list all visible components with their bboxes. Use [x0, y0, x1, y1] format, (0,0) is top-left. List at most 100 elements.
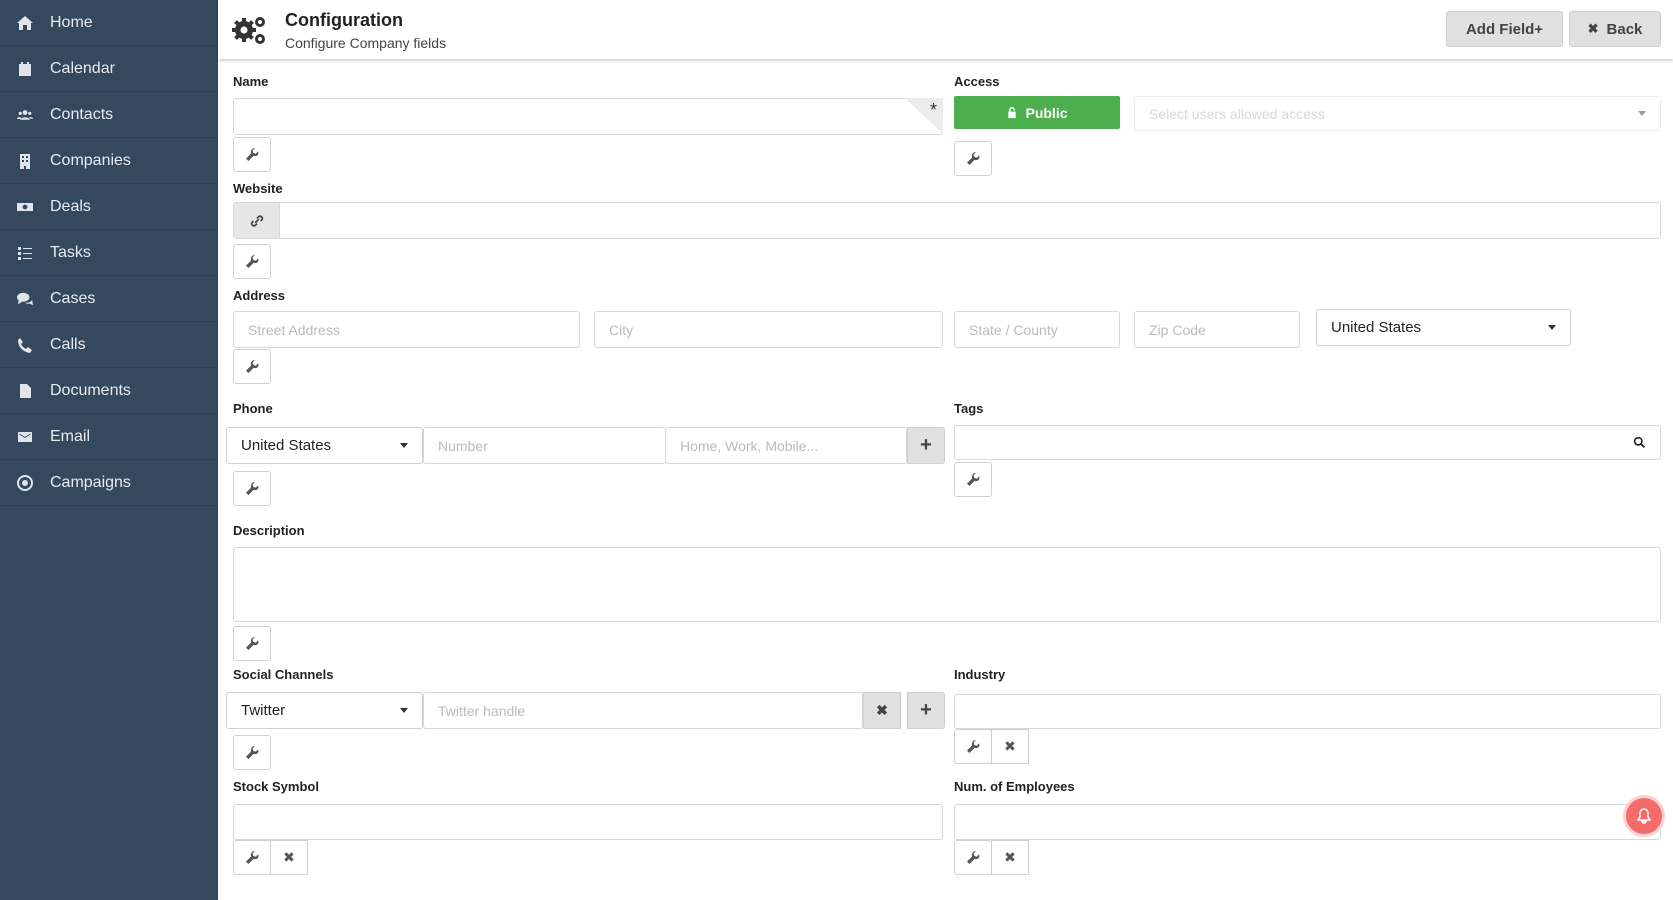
name-input[interactable] [233, 98, 943, 135]
back-button[interactable]: ✖ Back [1569, 11, 1661, 47]
users-icon [0, 107, 50, 123]
remove-social-button[interactable]: ✖ [863, 692, 901, 729]
chevron-down-icon [1548, 325, 1556, 330]
website-input[interactable] [279, 202, 1661, 239]
street-address-input[interactable]: Street Address [233, 311, 580, 348]
sidebar-item-label: Tasks [50, 243, 91, 261]
social-channel-value: Twitter [241, 702, 286, 719]
stock-settings-button[interactable] [233, 840, 271, 875]
chevron-down-icon [1638, 111, 1646, 116]
wrench-icon [245, 851, 258, 864]
social-settings-button[interactable] [233, 735, 271, 770]
sidebar-item-calls[interactable]: Calls [0, 322, 218, 368]
tags-settings-button[interactable] [954, 462, 992, 497]
wrench-icon [245, 482, 258, 495]
allowed-users-select[interactable]: Select users allowed access [1134, 96, 1661, 131]
social-channel-select[interactable]: Twitter [226, 692, 423, 729]
tags-label: Tags [954, 401, 984, 416]
close-icon: ✖ [1004, 738, 1016, 754]
phone-type-input[interactable]: Home, Work, Mobile... [665, 427, 907, 464]
social-channels-label: Social Channels [233, 667, 334, 682]
public-label: Public [1025, 104, 1068, 121]
envelope-icon [0, 429, 50, 445]
bell-icon [1636, 808, 1652, 824]
remove-industry-button[interactable]: ✖ [991, 729, 1029, 764]
bullseye-icon [0, 474, 50, 491]
tags-input[interactable] [954, 425, 1661, 460]
public-access-button[interactable]: Public [954, 96, 1120, 129]
remove-stock-button[interactable]: ✖ [270, 840, 308, 875]
add-social-button[interactable]: + [907, 692, 945, 729]
remove-employees-button[interactable]: ✖ [991, 840, 1029, 875]
tasks-icon [0, 245, 50, 261]
sidebar-item-cases[interactable]: Cases [0, 276, 218, 322]
sidebar-item-email[interactable]: Email [0, 414, 218, 460]
sidebar-item-calendar[interactable]: Calendar [0, 46, 218, 92]
city-placeholder: City [609, 321, 634, 338]
phone-icon [0, 337, 50, 353]
employees-label: Num. of Employees [954, 779, 1075, 794]
name-settings-button[interactable] [233, 137, 271, 172]
employees-settings-button[interactable] [954, 840, 992, 875]
building-icon [0, 153, 50, 169]
address-settings-button[interactable] [233, 349, 271, 384]
phone-country-select[interactable]: United States [226, 427, 423, 464]
industry-settings-button[interactable] [954, 729, 992, 764]
zip-code-input[interactable]: Zip Code [1134, 311, 1300, 348]
file-icon [0, 383, 50, 399]
wrench-icon [245, 746, 258, 759]
page-title: Configuration [285, 10, 403, 30]
close-icon: ✖ [1004, 849, 1016, 865]
sidebar-item-label: Documents [50, 381, 131, 399]
sidebar-item-companies[interactable]: Companies [0, 138, 218, 184]
sidebar-item-contacts[interactable]: Contacts [0, 92, 218, 138]
phone-settings-button[interactable] [233, 471, 271, 506]
employees-input[interactable] [954, 804, 1661, 840]
sidebar-item-label: Companies [50, 151, 131, 169]
header-bar: Configuration Configure Company fields A… [218, 0, 1673, 59]
wrench-icon [966, 152, 979, 165]
wrench-icon [245, 637, 258, 650]
comments-icon [0, 291, 50, 307]
state-input[interactable]: State / County [954, 311, 1120, 348]
website-settings-button[interactable] [233, 244, 271, 279]
form-area: Name * Access Public Select users allowe… [218, 59, 1673, 900]
industry-label: Industry [954, 667, 1006, 682]
phone-country-value: United States [241, 437, 332, 454]
wrench-icon [966, 473, 979, 486]
add-phone-button[interactable]: + [907, 427, 945, 464]
wrench-icon [245, 148, 258, 161]
twitter-handle-placeholder: Twitter handle [438, 702, 526, 719]
required-corner [905, 98, 943, 134]
wrench-icon [966, 851, 979, 864]
sidebar-item-label: Contacts [50, 105, 114, 123]
wrench-icon [966, 740, 979, 753]
industry-input[interactable] [954, 694, 1661, 729]
description-textarea[interactable] [233, 547, 1661, 622]
back-label: Back [1606, 20, 1643, 38]
description-settings-button[interactable] [233, 626, 271, 661]
cogs-icon [232, 17, 265, 44]
home-icon [0, 15, 50, 31]
sidebar-item-label: Calendar [50, 59, 115, 77]
stock-symbol-label: Stock Symbol [233, 779, 319, 794]
access-settings-button[interactable] [954, 141, 992, 176]
twitter-handle-input[interactable]: Twitter handle [423, 692, 863, 729]
access-label: Access [954, 74, 1000, 89]
add-field-button[interactable]: Add Field+ [1446, 11, 1563, 47]
sidebar-item-deals[interactable]: Deals [0, 184, 218, 230]
sidebar-item-documents[interactable]: Documents [0, 368, 218, 414]
name-label: Name [233, 74, 269, 89]
website-label: Website [233, 181, 283, 196]
sidebar-item-home[interactable]: Home [0, 0, 218, 46]
sidebar-item-campaigns[interactable]: Campaigns [0, 460, 218, 506]
sidebar-item-tasks[interactable]: Tasks [0, 230, 218, 276]
notification-button[interactable] [1626, 798, 1662, 834]
phone-number-input[interactable]: Number [423, 427, 666, 464]
search-icon [1633, 436, 1646, 449]
stock-symbol-input[interactable] [233, 804, 943, 840]
city-input[interactable]: City [594, 311, 943, 348]
plus-icon: + [920, 434, 932, 456]
money-icon [0, 199, 50, 215]
address-country-select[interactable]: United States [1316, 309, 1571, 346]
